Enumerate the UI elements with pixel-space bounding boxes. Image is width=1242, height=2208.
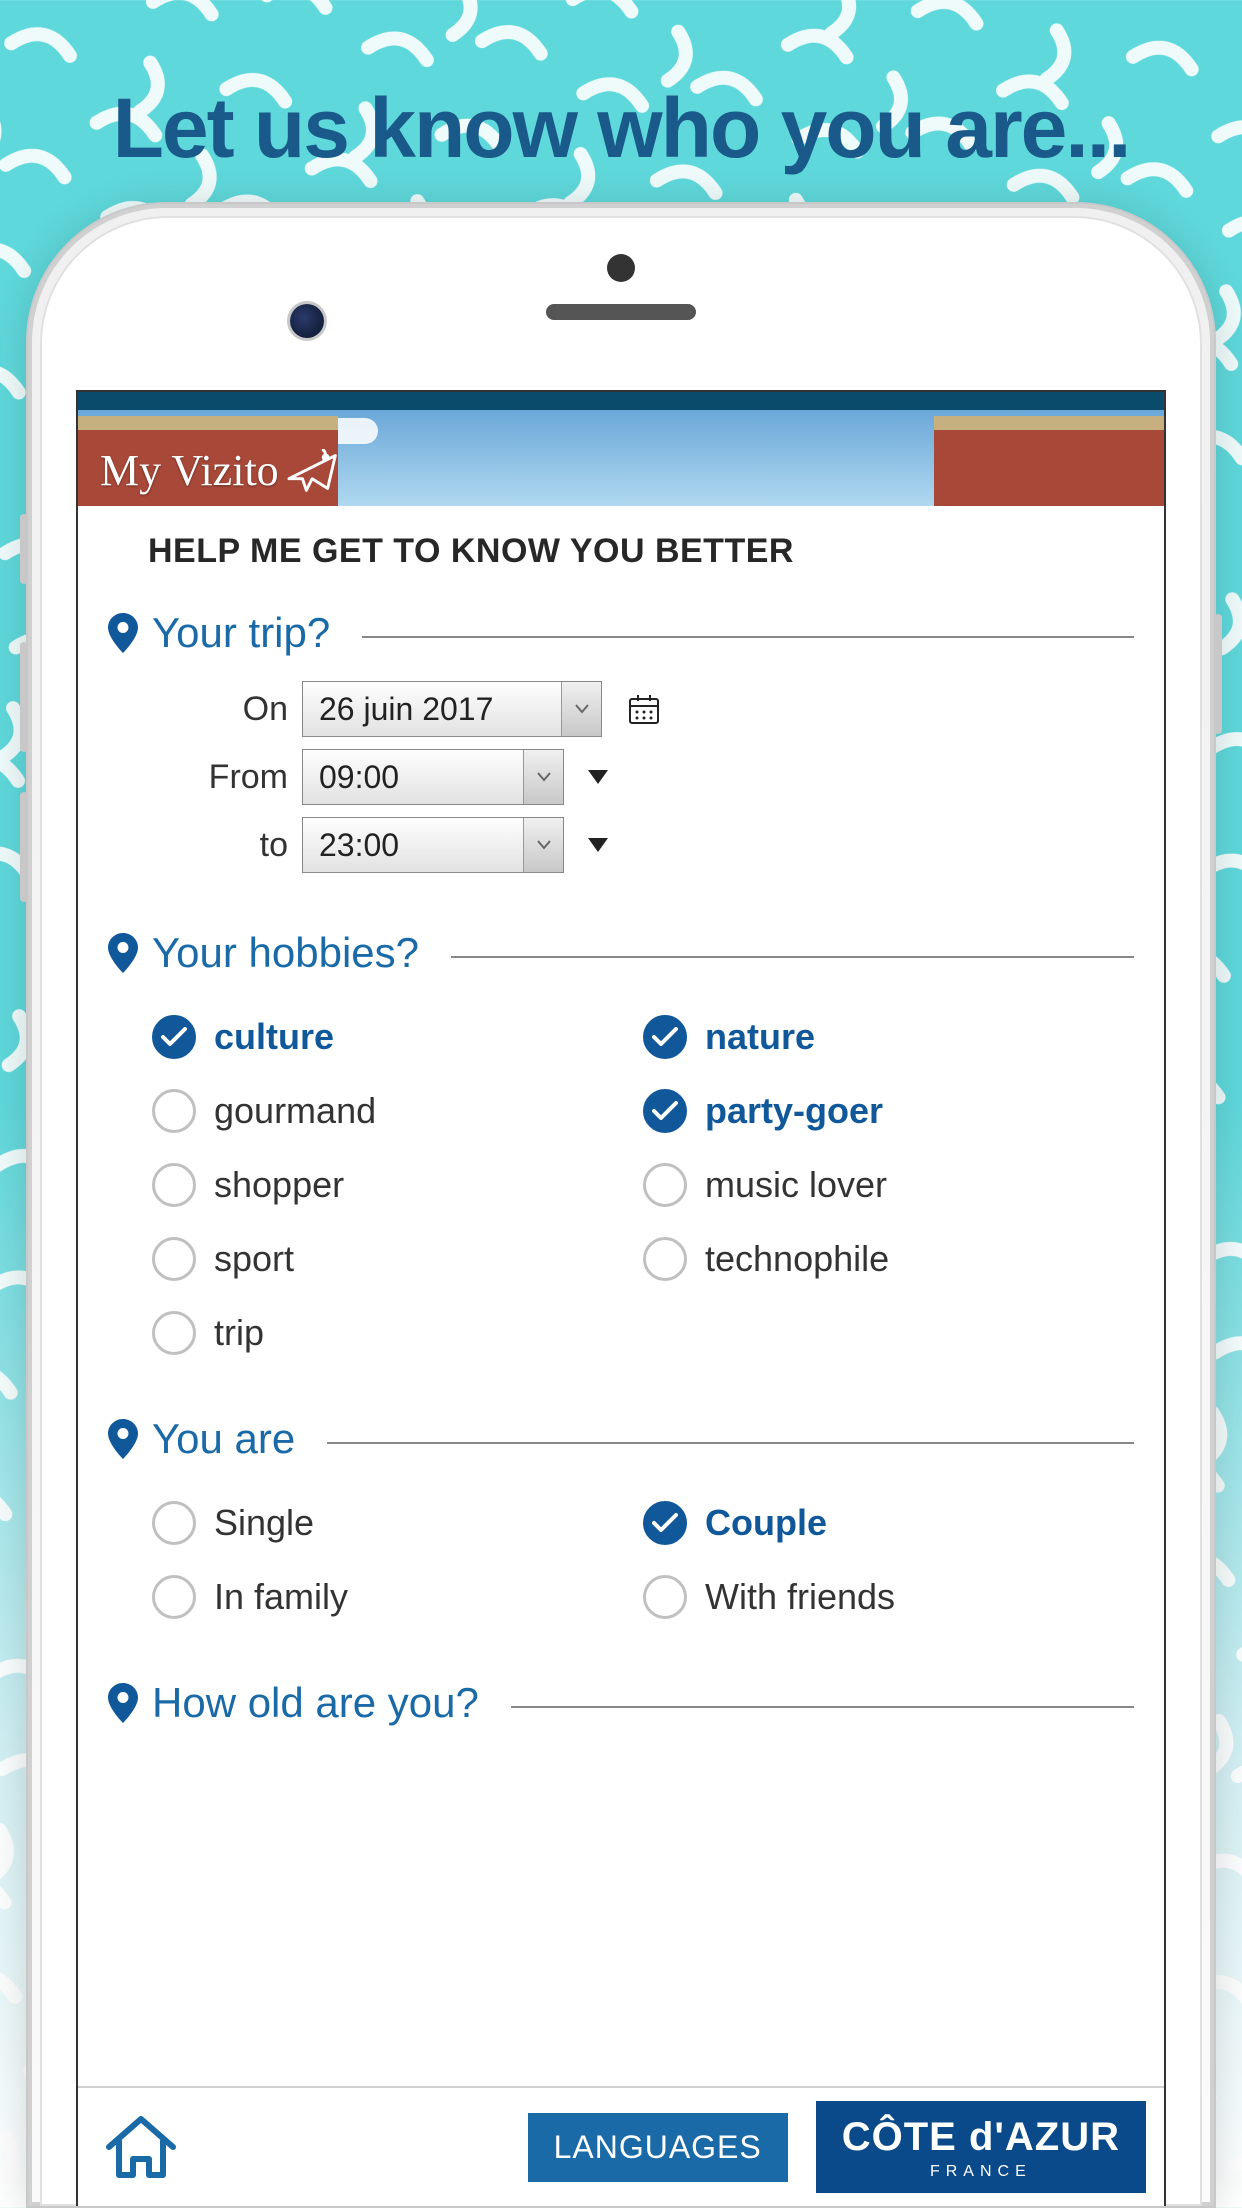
front-camera xyxy=(290,304,324,338)
app-logo: My Vizito xyxy=(100,445,345,496)
hobby-option-label: trip xyxy=(214,1312,264,1354)
checkbox-unchecked-icon xyxy=(643,1575,687,1619)
hobby-option-label: nature xyxy=(705,1016,815,1058)
you-are-option[interactable]: With friends xyxy=(643,1565,1134,1629)
paper-plane-icon xyxy=(287,449,345,493)
you-are-option-label: With friends xyxy=(705,1576,895,1618)
home-icon xyxy=(101,2111,181,2183)
form-content: HELP ME GET TO KNOW YOU BETTER Your trip… xyxy=(78,506,1164,2086)
divider xyxy=(362,636,1134,638)
hobby-option[interactable]: culture xyxy=(152,1005,643,1069)
app-logo-text: My Vizito xyxy=(100,445,279,496)
trip-from-dropdown[interactable]: 09:00 xyxy=(302,749,564,805)
hobby-option-label: technophile xyxy=(705,1238,889,1280)
bottom-toolbar: LANGUAGES CÔTE d'AZUR FRANCE xyxy=(78,2086,1164,2206)
section-hobbies: Your hobbies? culture nature gourmand party… xyxy=(78,909,1164,1395)
brand-badge: CÔTE d'AZUR FRANCE xyxy=(816,2101,1146,2193)
section-you-are-label: You are xyxy=(152,1415,295,1463)
hobby-option-label: party-goer xyxy=(705,1090,883,1132)
divider xyxy=(451,956,1134,958)
proximity-sensor xyxy=(607,254,635,282)
checkbox-checked-icon xyxy=(643,1089,687,1133)
section-trip: Your trip? On 26 juin 2017 xyxy=(78,589,1164,909)
checkbox-unchecked-icon xyxy=(643,1163,687,1207)
mute-switch xyxy=(20,514,28,584)
section-age: How old are you? xyxy=(78,1659,1164,1727)
power-button xyxy=(1214,614,1222,734)
hero-banner: My Vizito xyxy=(78,392,1164,506)
divider xyxy=(511,1706,1134,1708)
pin-icon xyxy=(108,1683,138,1723)
pin-icon xyxy=(108,613,138,653)
to-label: to xyxy=(178,826,288,865)
trip-from-value: 09:00 xyxy=(303,750,523,804)
trip-date-dropdown[interactable]: 26 juin 2017 xyxy=(302,681,602,737)
hobby-option[interactable]: gourmand xyxy=(152,1079,643,1143)
trip-to-value: 23:00 xyxy=(303,818,523,872)
chevron-down-icon[interactable] xyxy=(588,838,608,852)
dropdown-arrow-icon xyxy=(561,682,601,736)
hobby-option-label: culture xyxy=(214,1016,334,1058)
hobby-option[interactable]: technophile xyxy=(643,1227,1134,1291)
dropdown-arrow-icon xyxy=(523,818,563,872)
volume-up xyxy=(20,642,28,752)
checkbox-checked-icon xyxy=(152,1015,196,1059)
home-button[interactable] xyxy=(96,2107,186,2187)
phone-frame: My Vizito HELP ME GET TO KNOW YOU BETTER… xyxy=(26,202,1216,2208)
dropdown-arrow-icon xyxy=(523,750,563,804)
you-are-option-label: Single xyxy=(214,1502,314,1544)
brand-name: CÔTE d'AZUR xyxy=(842,2115,1120,2159)
checkbox-unchecked-icon xyxy=(152,1163,196,1207)
calendar-icon[interactable] xyxy=(628,693,660,725)
hobby-option-label: gourmand xyxy=(214,1090,376,1132)
earpiece-speaker xyxy=(546,304,696,320)
brand-subtitle: FRANCE xyxy=(842,2163,1120,2181)
pin-icon xyxy=(108,933,138,973)
hobby-option[interactable]: shopper xyxy=(152,1153,643,1217)
languages-label: LANGUAGES xyxy=(554,2129,762,2165)
section-age-label: How old are you? xyxy=(152,1679,479,1727)
you-are-option[interactable]: In family xyxy=(152,1565,643,1629)
hobby-option[interactable]: trip xyxy=(152,1301,643,1365)
checkbox-unchecked-icon xyxy=(152,1089,196,1133)
hobby-option-label: sport xyxy=(214,1238,294,1280)
you-are-option-label: In family xyxy=(214,1576,348,1618)
phone-screen: My Vizito HELP ME GET TO KNOW YOU BETTER… xyxy=(76,390,1166,2206)
form-heading: HELP ME GET TO KNOW YOU BETTER xyxy=(78,506,1164,589)
you-are-option[interactable]: Couple xyxy=(643,1491,1134,1555)
pin-icon xyxy=(108,1419,138,1459)
hobby-option[interactable]: nature xyxy=(643,1005,1134,1069)
hobby-option-label: music lover xyxy=(705,1164,887,1206)
you-are-option[interactable]: Single xyxy=(152,1491,643,1555)
checkbox-checked-icon xyxy=(643,1501,687,1545)
checkbox-unchecked-icon xyxy=(643,1237,687,1281)
hobby-option-label: shopper xyxy=(214,1164,344,1206)
trip-to-dropdown[interactable]: 23:00 xyxy=(302,817,564,873)
checkbox-unchecked-icon xyxy=(152,1311,196,1355)
divider xyxy=(327,1442,1134,1444)
section-hobbies-label: Your hobbies? xyxy=(152,929,419,977)
hobby-option[interactable]: party-goer xyxy=(643,1079,1134,1143)
you-are-option-label: Couple xyxy=(705,1502,827,1544)
hobby-option[interactable]: sport xyxy=(152,1227,643,1291)
section-trip-label: Your trip? xyxy=(152,609,330,657)
volume-down xyxy=(20,792,28,902)
checkbox-unchecked-icon xyxy=(152,1501,196,1545)
checkbox-unchecked-icon xyxy=(152,1575,196,1619)
languages-button[interactable]: LANGUAGES xyxy=(528,2113,788,2182)
hobby-option[interactable]: music lover xyxy=(643,1153,1134,1217)
chevron-down-icon[interactable] xyxy=(588,770,608,784)
trip-date-value: 26 juin 2017 xyxy=(303,682,561,736)
checkbox-unchecked-icon xyxy=(152,1237,196,1281)
promo-headline: Let us know who you are... xyxy=(0,80,1242,177)
from-label: From xyxy=(178,758,288,797)
checkbox-checked-icon xyxy=(643,1015,687,1059)
on-label: On xyxy=(178,690,288,729)
section-you-are: You are Single Couple In family With friend… xyxy=(78,1395,1164,1659)
